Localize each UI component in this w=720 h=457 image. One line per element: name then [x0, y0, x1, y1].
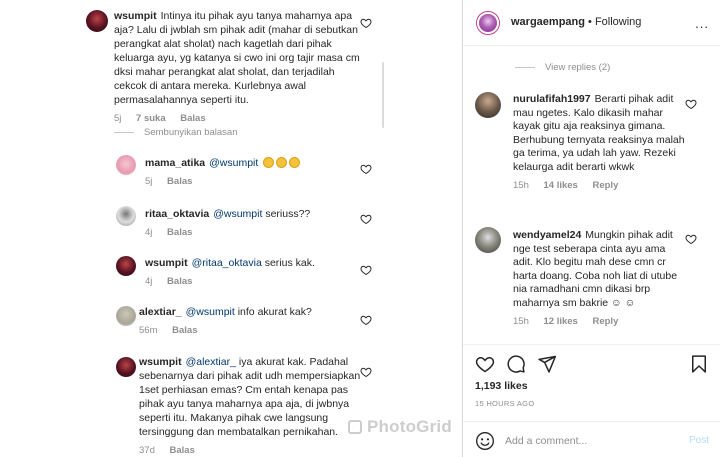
- comment-username[interactable]: wsumpit: [114, 10, 157, 22]
- heart-icon[interactable]: [360, 264, 372, 276]
- avatar[interactable]: [116, 155, 136, 175]
- reply: mama_atika @wsumpit 5j Balas: [145, 156, 355, 187]
- avatar[interactable]: [475, 227, 501, 253]
- avatar[interactable]: [475, 92, 501, 118]
- heart-icon[interactable]: [360, 213, 372, 225]
- reply: wsumpit @ritaa_oktavia serius kak. 4j Bal…: [145, 256, 355, 287]
- reply-text: seriuss??: [265, 208, 311, 220]
- post-author[interactable]: wargaempang: [511, 16, 585, 28]
- mention-link[interactable]: @wsumpit: [186, 306, 235, 318]
- comment: wsumpit Intinya itu pihak ayu tanya mahar…: [114, 9, 364, 124]
- watermark: PhotoGrid: [348, 417, 452, 437]
- reply-time[interactable]: 4j: [145, 227, 152, 238]
- comment: nurulafifah1997 Berarti pihak adit mau ng…: [513, 93, 685, 191]
- reply-time[interactable]: 5j: [145, 176, 152, 187]
- mention-link[interactable]: @wsumpit: [213, 208, 262, 220]
- comments-panel: wsumpit Intinya itu pihak ayu tanya mahar…: [0, 0, 461, 457]
- reply-button[interactable]: Balas: [167, 276, 192, 287]
- reply-text: iya akurat kak. Padahal sebenarnya dari …: [139, 356, 361, 438]
- mention-link[interactable]: @alextiar_: [186, 356, 236, 368]
- reply-button[interactable]: Balas: [170, 445, 195, 456]
- emoji-icon: [276, 157, 288, 168]
- reply-time[interactable]: 4j: [145, 276, 152, 287]
- reply-button[interactable]: Balas: [167, 227, 192, 238]
- reply-username[interactable]: wsumpit: [139, 356, 182, 368]
- reply-username[interactable]: ritaa_oktavia: [145, 208, 209, 220]
- likes-count[interactable]: 1,193 likes: [475, 380, 528, 392]
- add-comment-input[interactable]: [505, 431, 675, 451]
- reply-button[interactable]: Balas: [180, 113, 205, 124]
- mention-link[interactable]: @wsumpit: [209, 157, 258, 169]
- reply-username[interactable]: alextiar_: [139, 306, 182, 318]
- comment: wendyamel24 Mungkin pihak adit nge test s…: [513, 229, 685, 327]
- post-header: wargaempang • Following ...: [463, 0, 720, 46]
- more-options-icon[interactable]: ...: [695, 16, 709, 31]
- post-sidebar: wargaempang • Following ... View replies…: [462, 0, 720, 457]
- bookmark-icon[interactable]: [689, 354, 709, 374]
- reply: alextiar_ @wsumpit info akurat kak? 56m B…: [139, 305, 359, 336]
- comment-meta: 5j 7 suka Balas: [114, 113, 364, 124]
- avatar[interactable]: [116, 306, 136, 326]
- reply-username[interactable]: mama_atika: [145, 157, 205, 169]
- photogrid-logo-icon: [348, 420, 362, 434]
- reply: ritaa_oktavia @wsumpit seriuss?? 4j Balas: [145, 207, 355, 238]
- comment-username[interactable]: nurulafifah1997: [513, 93, 591, 105]
- reply: wsumpit @alextiar_ iya akurat kak. Padaha…: [139, 355, 361, 456]
- heart-icon[interactable]: [360, 366, 372, 378]
- reply-button[interactable]: Reply: [592, 316, 618, 327]
- reply-text: serius kak.: [264, 257, 315, 269]
- hide-replies-button[interactable]: Sembunyikan balasan: [114, 127, 237, 138]
- comment-time[interactable]: 5j: [114, 113, 121, 124]
- heart-icon[interactable]: [360, 163, 372, 175]
- heart-icon[interactable]: [685, 233, 697, 245]
- reply-time[interactable]: 56m: [139, 325, 157, 336]
- reply-text: info akurat kak?: [237, 306, 312, 318]
- add-comment-bar: Post: [463, 421, 720, 457]
- avatar[interactable]: [116, 357, 136, 377]
- reply-username[interactable]: wsumpit: [145, 257, 188, 269]
- comment-likes[interactable]: 12 likes: [544, 316, 578, 327]
- view-replies-button[interactable]: View replies (2): [515, 62, 610, 73]
- emoji-picker-icon[interactable]: [475, 431, 495, 451]
- comment-bubble-icon[interactable]: [506, 354, 526, 374]
- comment-time[interactable]: 15h: [513, 316, 529, 327]
- mention-link[interactable]: @ritaa_oktavia: [192, 257, 262, 269]
- follow-button[interactable]: Following: [595, 16, 641, 28]
- comment-likes[interactable]: 14 likes: [544, 180, 578, 191]
- avatar[interactable]: [86, 10, 108, 32]
- reply-time[interactable]: 37d: [139, 445, 155, 456]
- like-heart-icon[interactable]: [475, 354, 495, 374]
- comment-text: Intinya itu pihak ayu tanya maharnya apa…: [114, 10, 360, 106]
- avatar[interactable]: [477, 12, 499, 34]
- scrollbar[interactable]: [382, 62, 384, 128]
- reply-button[interactable]: Reply: [592, 180, 618, 191]
- emoji-icon: [263, 157, 275, 168]
- reply-button[interactable]: Balas: [172, 325, 197, 336]
- share-send-icon[interactable]: [537, 354, 557, 374]
- comment-time[interactable]: 15h: [513, 180, 529, 191]
- heart-icon[interactable]: [360, 17, 372, 29]
- reply-button[interactable]: Balas: [167, 176, 192, 187]
- heart-icon[interactable]: [685, 98, 697, 110]
- emoji-icon: [289, 157, 301, 168]
- comment-likes[interactable]: 7 suka: [136, 113, 166, 124]
- avatar[interactable]: [116, 206, 136, 226]
- heart-icon[interactable]: [360, 314, 372, 326]
- avatar[interactable]: [116, 256, 136, 276]
- comment-username[interactable]: wendyamel24: [513, 229, 581, 241]
- post-timestamp[interactable]: 15 HOURS AGO: [475, 399, 534, 408]
- post-actions: 1,193 likes 15 HOURS AGO Post: [463, 344, 720, 457]
- post-button[interactable]: Post: [689, 435, 709, 446]
